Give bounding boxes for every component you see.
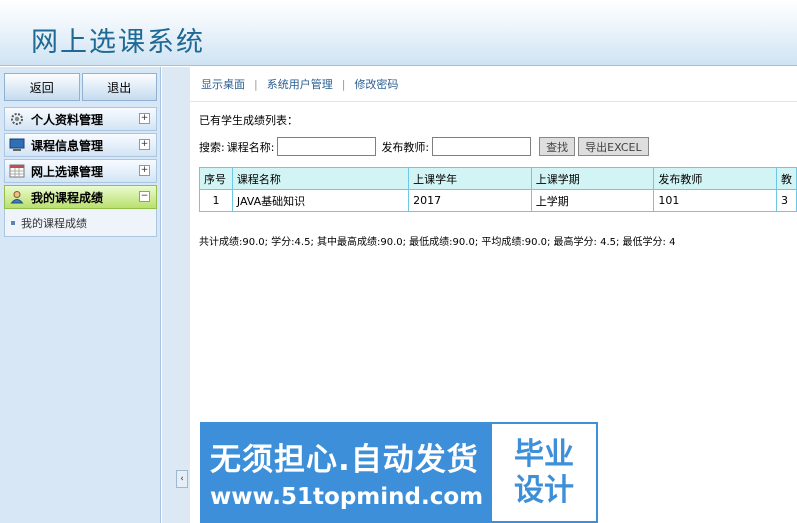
table-cell: 上学期	[530, 189, 655, 212]
table-cell: JAVA基础知识	[231, 189, 410, 212]
nav-link-user-management[interactable]: 系统用户管理	[267, 76, 333, 92]
sidebar-item-my-grades[interactable]: 我的课程成绩 −	[4, 185, 157, 209]
nav-link-change-password[interactable]: 修改密码	[354, 76, 398, 92]
teacher-label: 发布教师:	[381, 140, 430, 154]
app-header: 网上选课系统	[0, 0, 797, 66]
bullet-icon	[11, 220, 15, 225]
app-title: 网上选课系统	[31, 27, 205, 58]
grade-summary: 共计成绩:90.0; 学分:4.5; 其中最高成绩:90.0; 最低成绩:90.…	[199, 237, 676, 248]
nav-separator: |	[341, 77, 346, 91]
sidebar-item-label: 课程信息管理	[31, 138, 104, 153]
search-bar: 搜索: 课程名称: 发布教师: 查找 导出EXCEL	[199, 137, 649, 156]
find-button[interactable]: 查找	[539, 137, 576, 156]
table-cell: 101	[653, 189, 777, 212]
search-label: 搜索:	[199, 140, 225, 154]
grades-table: 序号 课程名称 上课学年 上课学期 发布教师 教 1 JAVA基础知识 2017…	[199, 167, 797, 212]
expand-icon[interactable]: +	[139, 165, 150, 176]
sidebar-item-course-info[interactable]: 课程信息管理 +	[4, 133, 157, 157]
watermark-box-line1: 毕业	[514, 436, 574, 472]
watermark-line1: 无须担心.自动发货	[210, 442, 479, 478]
column-header: 上课学年	[408, 167, 532, 190]
table-row: 1 JAVA基础知识 2017 上学期 101 3	[199, 189, 797, 212]
sidebar-splitter	[162, 67, 190, 523]
submenu-item-my-grades[interactable]: 我的课程成绩	[21, 215, 87, 231]
collapse-sidebar-icon[interactable]: ‹	[176, 470, 188, 488]
user-icon	[9, 189, 25, 205]
top-nav: 显示桌面 | 系统用户管理 | 修改密码	[190, 67, 797, 102]
sidebar-item-course-selection[interactable]: 网上选课管理 +	[4, 159, 157, 183]
course-name-label: 课程名称:	[226, 140, 275, 154]
gear-icon	[9, 111, 25, 127]
watermark-box-line2: 设计	[514, 472, 574, 508]
expand-icon[interactable]: +	[139, 139, 150, 150]
table-cell: 1	[199, 189, 233, 212]
export-excel-button[interactable]: 导出EXCEL	[578, 137, 649, 156]
sidebar-item-profile[interactable]: 个人资料管理 +	[4, 107, 157, 131]
monitor-icon	[9, 137, 25, 153]
column-header: 课程名称	[231, 167, 410, 190]
nav-link-desktop[interactable]: 显示桌面	[201, 76, 245, 92]
submenu: 我的课程成绩	[4, 209, 157, 237]
calendar-icon	[9, 163, 25, 179]
list-title: 已有学生成绩列表：	[199, 114, 298, 127]
sidebar-item-label: 个人资料管理	[31, 112, 104, 127]
course-name-input[interactable]	[277, 137, 377, 156]
sidebar-item-label: 网上选课管理	[31, 164, 104, 179]
sidebar-item-label: 我的课程成绩	[31, 190, 104, 205]
column-header: 上课学期	[530, 167, 655, 190]
column-header: 发布教师	[653, 167, 777, 190]
table-cell: 2017	[408, 189, 532, 212]
column-header: 序号	[199, 167, 233, 190]
collapse-icon[interactable]: −	[139, 191, 150, 202]
column-header: 教	[775, 167, 797, 190]
watermark-banner: 无须担心.自动发货 www.51topmind.com 毕业 设计	[200, 422, 598, 523]
watermark-line2: www.51topmind.com	[210, 484, 484, 510]
sidebar-top-buttons: 返回 退出	[4, 73, 157, 101]
back-button[interactable]: 返回	[4, 73, 80, 101]
nav-separator: |	[254, 77, 258, 91]
logout-button[interactable]: 退出	[81, 73, 157, 101]
table-header-row: 序号 课程名称 上课学年 上课学期 发布教师 教	[199, 167, 797, 190]
watermark-box: 毕业 设计	[492, 424, 596, 521]
sidebar-menu: 个人资料管理 + 课程信息管理 + 网上选课管理 + 我的课程成绩 − 我的课程…	[4, 107, 157, 237]
expand-icon[interactable]: +	[139, 113, 150, 124]
sidebar: 返回 退出 个人资料管理 + 课程信息管理 + 网上选课管理 + 我的课程成绩 …	[0, 67, 161, 523]
table-cell: 3	[775, 189, 797, 212]
teacher-input[interactable]	[432, 137, 532, 156]
